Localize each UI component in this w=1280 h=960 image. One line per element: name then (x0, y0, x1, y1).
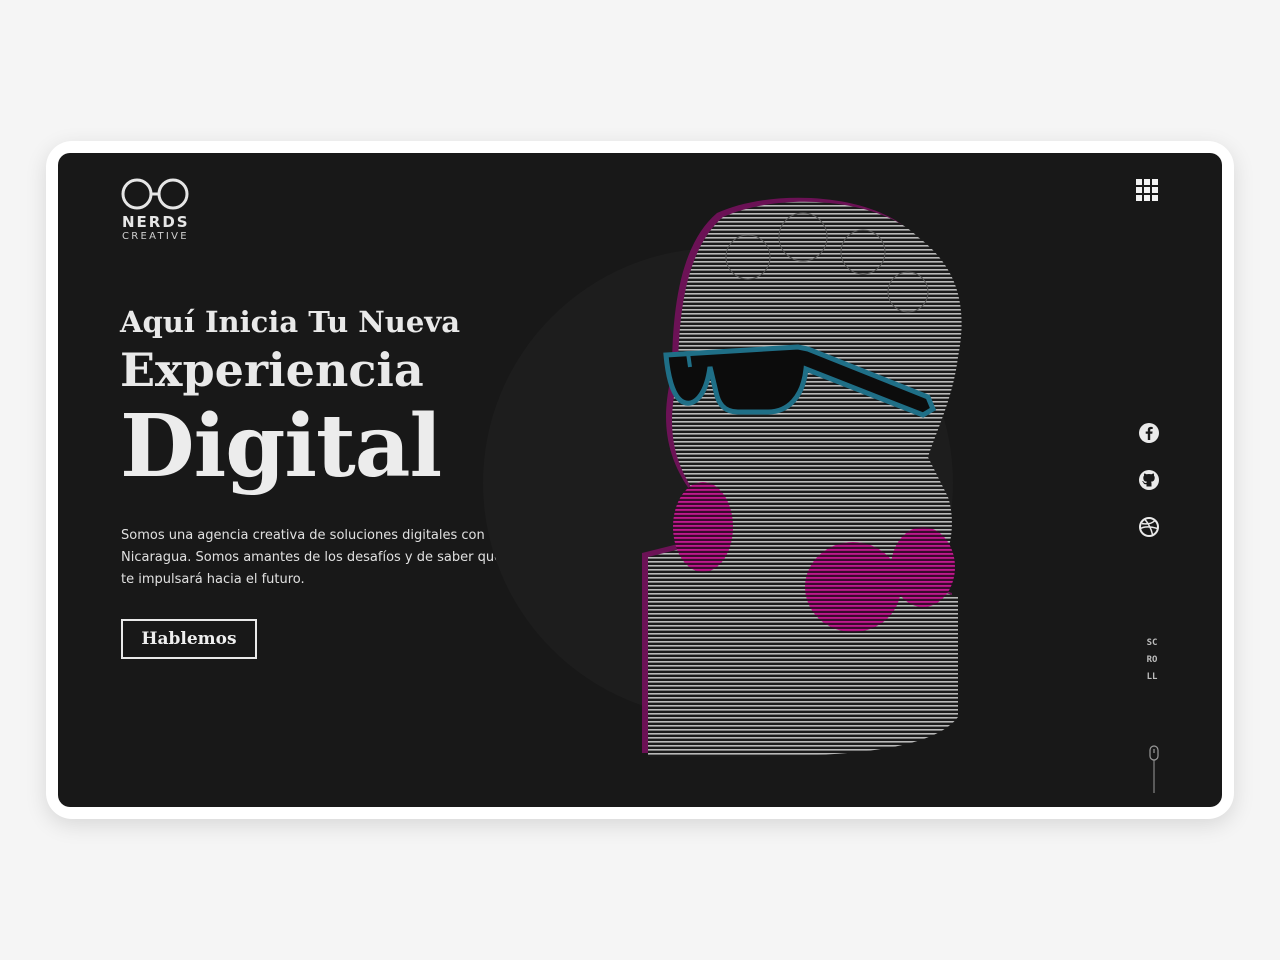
hero-screen: NERDS CREATIVE Aquí Inicia Tu Nueva Expe… (58, 153, 1222, 807)
mouse-scroll-icon[interactable] (1149, 745, 1159, 793)
statue-bust-image (642, 197, 962, 758)
scroll-label: SCROLL (1146, 638, 1158, 682)
brand-tagline: CREATIVE (122, 231, 189, 242)
facebook-icon[interactable] (1138, 422, 1160, 444)
hero-heading-line3: Digital (120, 396, 442, 497)
hero-heading-line2: Experiencia (120, 343, 424, 397)
github-icon[interactable] (1138, 469, 1160, 491)
dribbble-icon[interactable] (1138, 516, 1160, 538)
brand-logo[interactable]: NERDS CREATIVE (120, 177, 200, 247)
contact-button[interactable]: Hablemos (121, 619, 257, 659)
brand-name: NERDS (122, 213, 190, 231)
hero-heading-line1: Aquí Inicia Tu Nueva (120, 305, 460, 339)
glasses-icon (121, 178, 189, 210)
grid-menu-icon[interactable] (1136, 179, 1160, 203)
